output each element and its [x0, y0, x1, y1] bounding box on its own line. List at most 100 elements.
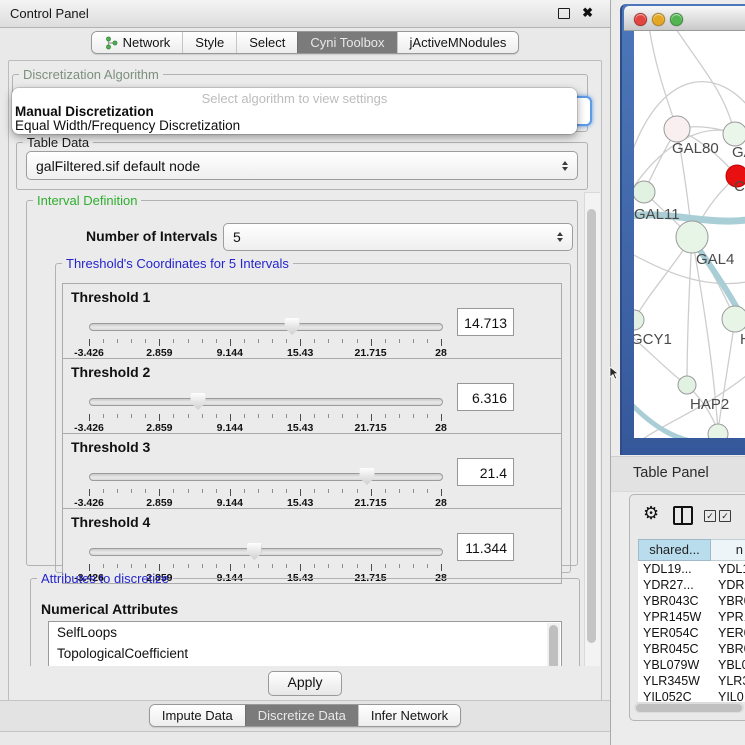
cell-name[interactable]: YBR0	[711, 641, 745, 657]
threshold-value-field[interactable]: 6.316	[457, 383, 514, 411]
threshold-label: Threshold 2	[71, 364, 150, 380]
table-row[interactable]: YBR043CYBR0	[638, 593, 745, 609]
slider-tick	[230, 489, 231, 496]
number-of-intervals-combobox[interactable]: 5	[223, 223, 573, 251]
attribute-item[interactable]: SelfLoops	[49, 622, 561, 643]
cell-shared-name[interactable]: YLR345W	[638, 673, 711, 689]
slider-tick	[159, 489, 160, 496]
slider-tick	[244, 489, 245, 493]
cell-shared-name[interactable]: YBL079W	[638, 657, 711, 673]
scrollbar-thumb[interactable]	[636, 704, 742, 712]
float-window-icon[interactable]	[558, 8, 570, 19]
node-gal80[interactable]	[664, 116, 690, 142]
scrollbar-thumb[interactable]	[587, 209, 596, 643]
slider-thumb[interactable]	[247, 543, 262, 560]
node-gal4[interactable]	[676, 221, 708, 253]
threshold-value-field[interactable]: 21.4	[457, 458, 514, 486]
tab-impute-data[interactable]: Impute Data	[150, 705, 245, 726]
tab-label: Infer Network	[371, 708, 448, 723]
numerical-attributes-list[interactable]: SelfLoopsTopologicalCoefficientBetweenne…	[48, 621, 562, 666]
table-row[interactable]: YIL052CYIL0	[638, 689, 745, 702]
node-hap2[interactable]	[678, 376, 696, 394]
tab-infer-network[interactable]: Infer Network	[358, 705, 460, 726]
table-row[interactable]: YDL19...YDL1	[638, 561, 745, 577]
cell-shared-name[interactable]: YDR27...	[638, 577, 711, 593]
cell-name[interactable]: YBR0	[711, 593, 745, 609]
table-row[interactable]: YER054CYER0	[638, 625, 745, 641]
cell-shared-name[interactable]: YBR045C	[638, 641, 711, 657]
slider-track[interactable]	[89, 323, 443, 331]
cell-name[interactable]: YDL1	[711, 561, 745, 577]
cyni-tabs: Impute Data Discretize Data Infer Network	[149, 704, 461, 727]
node-ga[interactable]	[723, 122, 745, 146]
cell-shared-name[interactable]: YDL19...	[638, 561, 711, 577]
cell-name[interactable]: YIL0	[711, 689, 745, 702]
tab-discretize-data[interactable]: Discretize Data	[245, 705, 358, 726]
minimize-traffic-light[interactable]	[652, 13, 665, 26]
group-title: Threshold's Coordinates for 5 Intervals	[62, 257, 293, 270]
checked-box-icon[interactable]: ✓	[719, 510, 731, 522]
apply-button[interactable]: Apply	[268, 671, 342, 696]
threshold-value-field[interactable]: 14.713	[457, 308, 514, 336]
table-row[interactable]: YPR145WYPR1	[638, 609, 745, 625]
table-row[interactable]: YLR345WYLR3	[638, 673, 745, 689]
horizontal-scrollbar[interactable]	[634, 702, 744, 713]
tab-select[interactable]: Select	[236, 32, 297, 53]
cell-name[interactable]: YER0	[711, 625, 745, 641]
column-header-shared-name[interactable]: shared...	[638, 539, 711, 561]
slider-track[interactable]	[89, 473, 443, 481]
threshold-slider[interactable]: -3.4262.8599.14415.4321.71528	[89, 393, 441, 433]
close-icon[interactable]: ✖	[582, 5, 593, 21]
tab-label: Impute Data	[162, 708, 233, 723]
slider-tick	[314, 339, 315, 343]
gear-icon[interactable]: ⚙	[643, 503, 659, 524]
slider-thumb[interactable]	[191, 393, 206, 410]
threshold-slider[interactable]: -3.4262.8599.14415.4321.71528	[89, 468, 441, 508]
cell-name[interactable]: YPR1	[711, 609, 745, 625]
tab-cyni-toolbox[interactable]: Cyni Toolbox	[297, 32, 396, 53]
checked-box-icon[interactable]: ✓	[704, 510, 716, 522]
list-scrollbar[interactable]	[547, 623, 560, 666]
attribute-item[interactable]: BetweennessCentrality	[49, 664, 561, 666]
threshold-slider[interactable]: -3.4262.8599.14415.4321.71528	[89, 318, 441, 358]
cell-shared-name[interactable]: YBR043C	[638, 593, 711, 609]
slider-tick	[117, 339, 118, 343]
close-traffic-light[interactable]	[634, 13, 647, 26]
slider-tick	[117, 489, 118, 493]
cell-shared-name[interactable]: YPR145W	[638, 609, 711, 625]
node-gal11[interactable]	[634, 181, 655, 203]
column-header-name[interactable]: n	[711, 539, 745, 561]
algorithm-option[interactable]: Equal Width/Frequency Discretization	[12, 119, 577, 133]
tab-jactivemnodules[interactable]: jActiveMNodules	[397, 32, 519, 53]
slider-tick	[173, 339, 174, 343]
algorithm-option[interactable]: Manual Discretization	[12, 105, 577, 119]
cell-shared-name[interactable]: YIL052C	[638, 689, 711, 702]
table-row[interactable]: YBL079WYBL0	[638, 657, 745, 673]
split-columns-icon[interactable]	[673, 506, 693, 525]
node-h[interactable]	[722, 306, 745, 332]
table-row[interactable]: YDR27...YDR2	[638, 577, 745, 593]
slider-tick	[117, 414, 118, 418]
table-data-combobox[interactable]: galFiltered.sif default node	[26, 151, 578, 180]
tab-network[interactable]: Network	[92, 32, 183, 53]
cell-name[interactable]: YLR3	[711, 673, 745, 689]
cell-name[interactable]: YBL0	[711, 657, 745, 673]
slider-thumb[interactable]	[285, 318, 300, 335]
node-gcy1[interactable]	[634, 310, 644, 330]
threshold-value-field[interactable]: 11.344	[457, 533, 514, 561]
scrollbar-thumb[interactable]	[549, 625, 558, 666]
slider-thumb[interactable]	[360, 468, 375, 485]
tab-style[interactable]: Style	[182, 32, 236, 53]
zoom-traffic-light[interactable]	[670, 13, 683, 26]
table-row[interactable]: YBR045CYBR0	[638, 641, 745, 657]
attribute-item[interactable]: TopologicalCoefficient	[49, 643, 561, 664]
node-bottom[interactable]	[708, 424, 728, 438]
cell-shared-name[interactable]: YER054C	[638, 625, 711, 641]
slider-track[interactable]	[89, 548, 443, 556]
slider-track[interactable]	[89, 398, 443, 406]
svg-text:GAL4: GAL4	[696, 251, 734, 268]
slider-tick	[202, 564, 203, 568]
cell-name[interactable]: YDR2	[711, 577, 745, 593]
network-canvas[interactable]: GAL80 GA C GAL11 GAL4 GCY1 H HAP2	[634, 31, 745, 438]
vertical-scrollbar[interactable]	[584, 192, 600, 666]
